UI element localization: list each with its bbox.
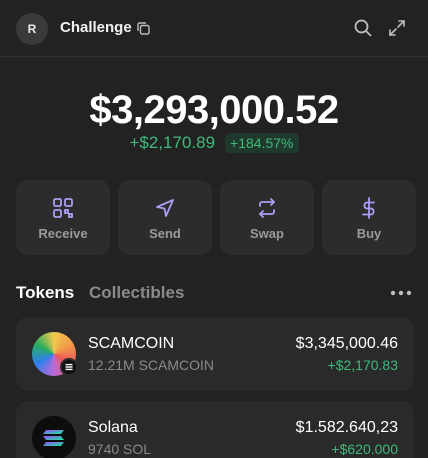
copy-icon[interactable] bbox=[136, 21, 151, 36]
token-name: Solana bbox=[88, 419, 138, 436]
receive-button[interactable]: Receive bbox=[16, 180, 110, 255]
send-button[interactable]: Send bbox=[118, 180, 212, 255]
buy-label: Buy bbox=[356, 226, 382, 241]
dollar-icon bbox=[362, 197, 375, 219]
tab-collectibles[interactable]: Collectibles bbox=[89, 283, 184, 303]
token-row-scamcoin[interactable]: SCAMCOIN 12.21M SCAMCOIN $3,345,000.46 +… bbox=[16, 317, 414, 391]
solana-chain-badge-icon bbox=[60, 358, 78, 376]
token-amount: 9740 SOL bbox=[88, 441, 152, 457]
token-amount: 12.21M SCAMCOIN bbox=[88, 357, 215, 373]
search-icon[interactable] bbox=[353, 18, 373, 38]
token-change: +$2,170.83 bbox=[327, 357, 398, 373]
token-change: +$620.000 bbox=[331, 441, 398, 457]
balance-change-value: +$2,170.89 bbox=[129, 133, 216, 152]
tab-tokens[interactable]: Tokens bbox=[16, 283, 74, 303]
total-balance: $3,293,000.52 bbox=[89, 88, 339, 132]
token-value: $1.582.640,23 bbox=[295, 419, 398, 436]
send-icon bbox=[156, 199, 174, 217]
account-name[interactable]: Challenge bbox=[60, 19, 132, 36]
action-buttons: Receive Send Swap Buy bbox=[16, 180, 416, 255]
more-options-icon[interactable] bbox=[390, 290, 412, 296]
receive-label: Receive bbox=[38, 226, 88, 241]
solana-logo-icon bbox=[32, 416, 76, 458]
balance-change-row: +$2,170.89 +184.57% bbox=[0, 133, 428, 153]
header-bar: R Challenge bbox=[0, 0, 428, 57]
expand-icon[interactable] bbox=[387, 18, 407, 38]
swap-label: Swap bbox=[250, 226, 284, 241]
account-avatar[interactable]: R bbox=[16, 13, 48, 45]
token-row-solana[interactable]: Solana 9740 SOL $1.582.640,23 +$620.000 bbox=[16, 401, 414, 458]
token-value: $3,345,000.46 bbox=[295, 335, 398, 352]
buy-button[interactable]: Buy bbox=[322, 180, 416, 255]
send-label: Send bbox=[149, 226, 181, 241]
balance-change-percent: +184.57% bbox=[225, 133, 299, 153]
qr-code-icon bbox=[53, 198, 73, 218]
swap-button[interactable]: Swap bbox=[220, 180, 314, 255]
token-name: SCAMCOIN bbox=[88, 335, 175, 352]
swap-icon bbox=[259, 198, 275, 218]
